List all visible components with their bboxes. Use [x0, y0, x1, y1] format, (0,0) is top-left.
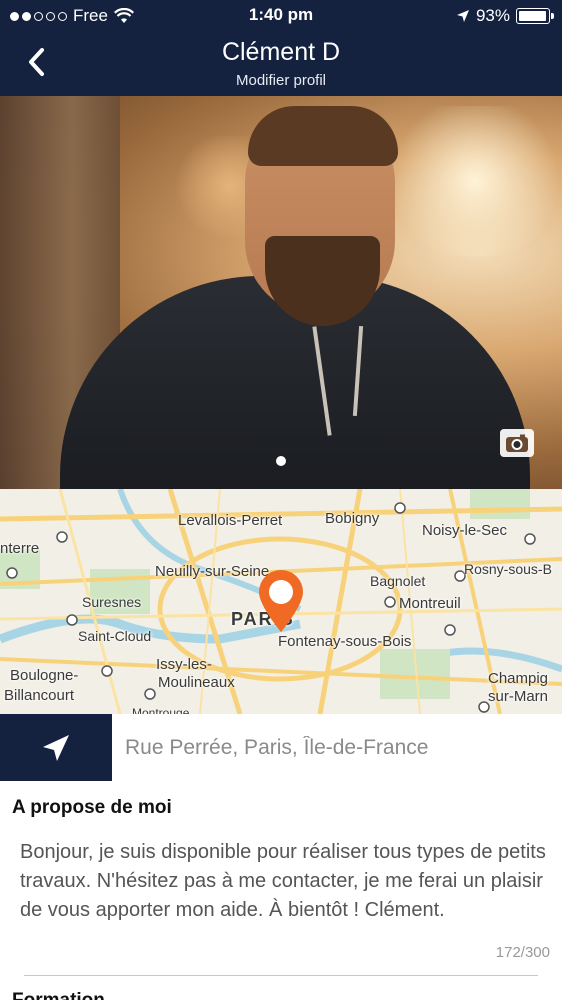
map-label: Billancourt: [4, 687, 75, 704]
map-label: Boulogne-: [10, 667, 79, 684]
change-photo-button[interactable]: [500, 429, 534, 457]
map-label: Neuilly-sur-Seine: [155, 563, 270, 580]
profile-photo[interactable]: [0, 96, 562, 489]
map-label: Noisy-le-Sec: [422, 522, 508, 539]
map-label: Champig: [488, 670, 549, 687]
address-row: [0, 714, 562, 781]
map-label: Suresnes: [82, 594, 142, 610]
address-input[interactable]: [112, 714, 562, 781]
about-textarea[interactable]: Bonjour, je suis disponible pour réalise…: [20, 838, 550, 925]
camera-icon: [506, 434, 528, 452]
status-bar: Free 1:40 pm 93%: [0, 0, 562, 32]
map-label: Montreuil: [399, 595, 461, 612]
map-label: Bobigny: [325, 510, 380, 527]
battery-icon: [516, 8, 554, 24]
battery-percent: 93%: [475, 6, 510, 25]
navigation-arrow-icon: [43, 734, 69, 761]
formation-section-title: Formation: [12, 990, 105, 1000]
location-arrow-icon: [456, 10, 469, 22]
page-title: Clément D: [221, 38, 341, 66]
map-label: Saint-Cloud: [78, 628, 152, 644]
section-divider: [24, 975, 538, 976]
map-label: nterre: [0, 540, 40, 557]
map-label: Montrouge: [132, 706, 190, 714]
header-bar: Free 1:40 pm 93% Clément D Modifier prof…: [0, 0, 562, 96]
map-pin-icon: [259, 570, 303, 632]
locate-me-button[interactable]: [0, 714, 112, 781]
map-label: Bagnolet: [370, 573, 426, 589]
char-counter: 172/300: [495, 944, 550, 961]
map-label: Issy-les-: [156, 656, 212, 673]
page-subtitle: Modifier profil: [235, 72, 327, 89]
about-section-title: A propose de moi: [12, 797, 172, 818]
map-label: Levallois-Perret: [178, 512, 283, 529]
status-right: 93%: [456, 6, 554, 26]
map-label: sur-Marn: [488, 688, 549, 705]
map-label: Fontenay-sous-Bois: [278, 633, 412, 650]
map-label: Rosny-sous-B: [464, 561, 552, 577]
map-label: Moulineaux: [158, 674, 235, 691]
photo-pager-dot: [276, 456, 286, 466]
